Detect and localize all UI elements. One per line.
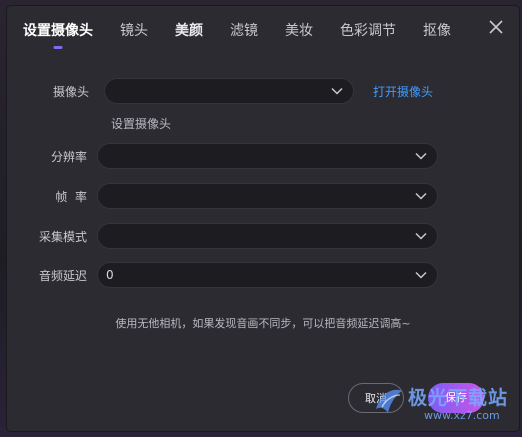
camera-settings-dialog: 设置摄像头 镜头 美颜 滤镜 美妆 色彩调节 抠像 摄像头 打开摄像头 设置摄像… [7,6,519,431]
audio-delay-select[interactable]: 0 [97,262,438,288]
open-camera-link[interactable]: 打开摄像头 [373,83,433,100]
resolution-row: 分辨率 [7,142,519,170]
capture-mode-label: 采集模式 [38,229,87,244]
tab-bar: 设置摄像头 镜头 美颜 滤镜 美妆 色彩调节 抠像 [23,22,478,52]
chevron-down-icon [415,192,427,200]
tab-keying[interactable]: 抠像 [423,22,451,52]
camera-select[interactable] [104,78,354,104]
cancel-button[interactable]: 取消 [348,383,404,413]
tab-color-adjust[interactable]: 色彩调节 [340,22,396,52]
save-button[interactable]: 保存 [428,383,484,413]
audio-delay-value: 0 [106,268,114,282]
chevron-down-icon [415,232,427,240]
chevron-down-icon [331,87,343,95]
framerate-label: 帧 率 [55,189,87,204]
tab-lens[interactable]: 镜头 [120,22,148,52]
camera-label: 摄像头 [52,84,89,99]
close-button[interactable] [487,18,505,36]
tab-camera-settings[interactable]: 设置摄像头 [23,22,93,52]
framerate-row: 帧 率 [7,182,519,210]
audio-delay-row: 音频延迟 0 [7,261,519,289]
sync-hint-text: 使用无他相机，如果发现音画不同步，可以把音频延迟调高~ [115,317,411,330]
chevron-down-icon [415,271,427,279]
resolution-select[interactable] [97,143,438,169]
tab-makeup[interactable]: 美妆 [285,22,313,52]
tab-beauty[interactable]: 美颜 [175,22,203,52]
capture-mode-row: 采集模式 [7,222,519,250]
camera-row: 摄像头 打开摄像头 [7,77,519,105]
chevron-down-icon [415,152,427,160]
close-icon [489,20,503,34]
capture-mode-select[interactable] [97,223,438,249]
tab-filter[interactable]: 滤镜 [230,22,258,52]
framerate-select[interactable] [97,183,438,209]
camera-settings-sublabel: 设置摄像头 [111,117,172,131]
resolution-label: 分辨率 [50,149,87,164]
audio-delay-label: 音频延迟 [38,268,87,283]
